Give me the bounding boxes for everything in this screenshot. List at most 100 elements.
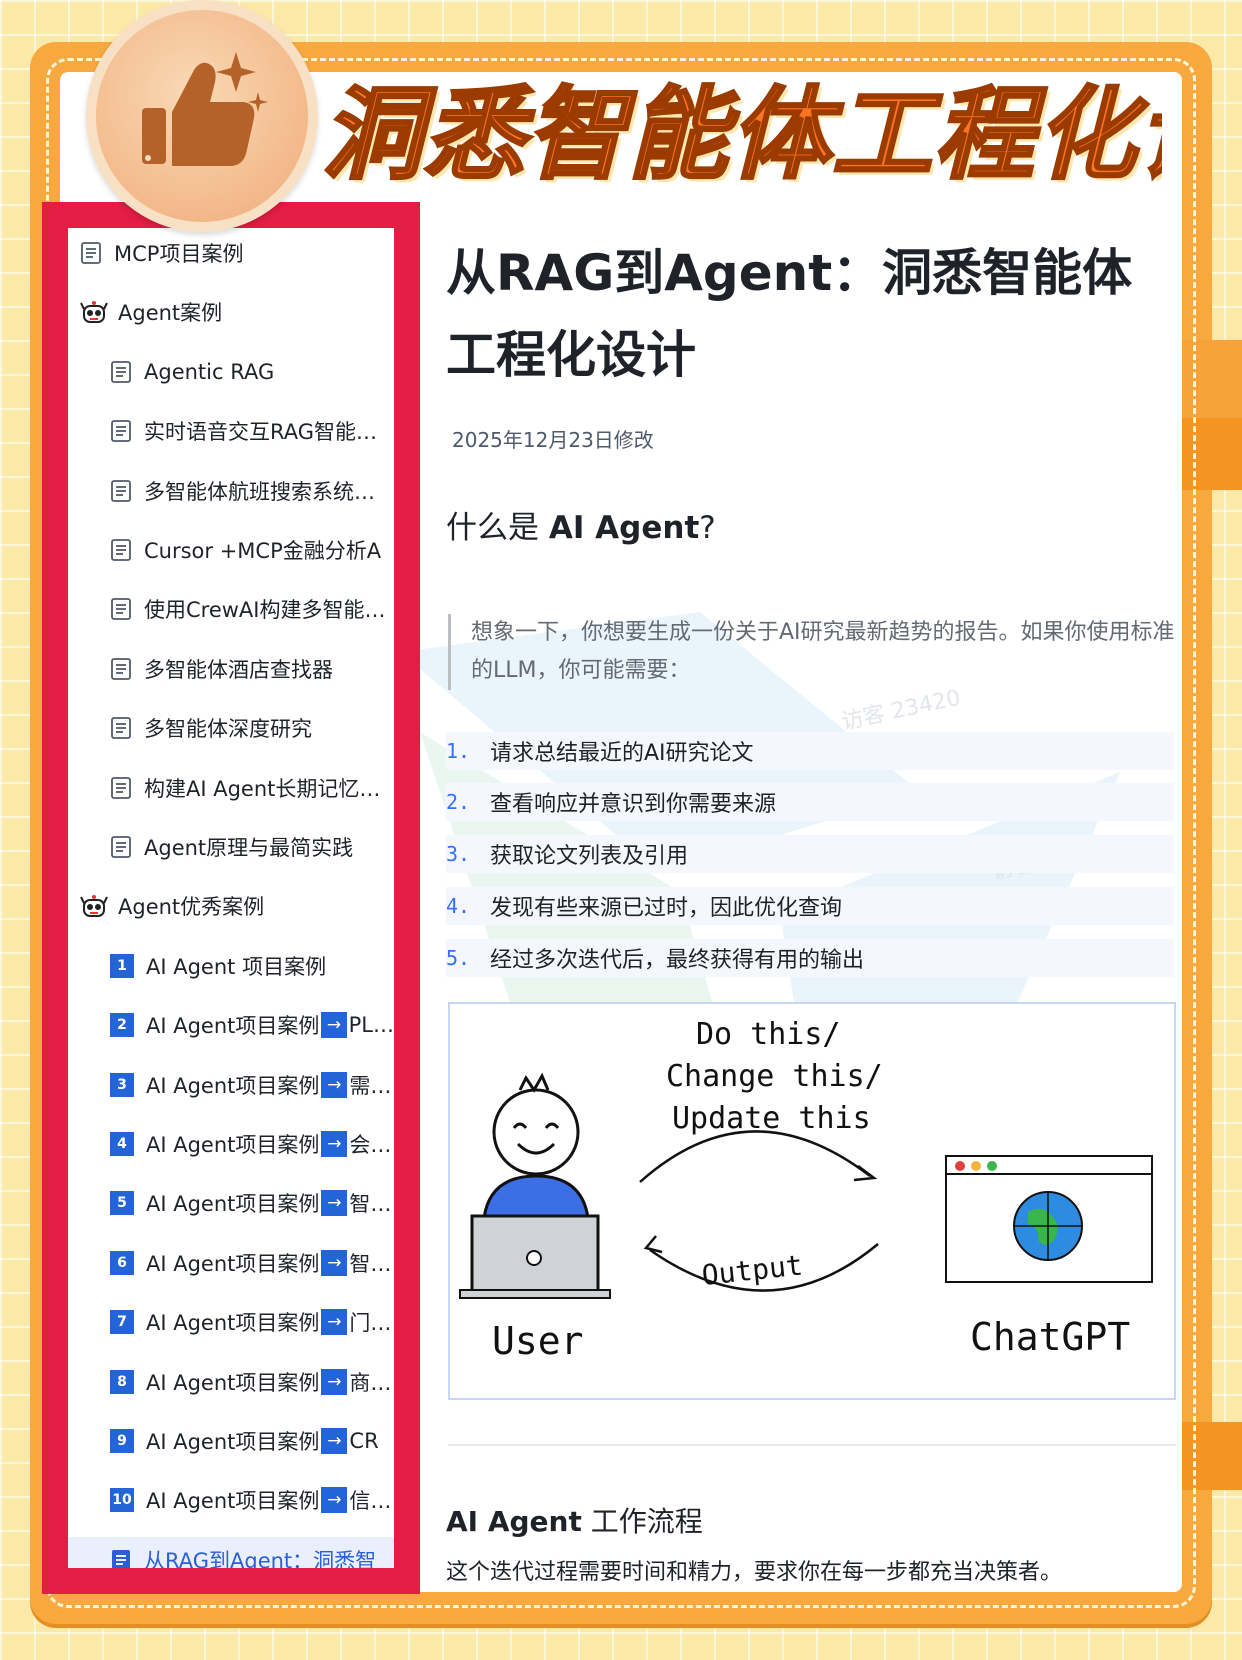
sidebar-item-label: AI Agent项目案例 — [146, 1133, 320, 1157]
sidebar-item-label: AI Agent项目案例 — [146, 1371, 320, 1395]
heading-bold-text: AI Agent — [548, 510, 700, 546]
arrow-right-icon: → — [321, 1012, 347, 1038]
sidebar-item[interactable]: 多智能体深度研究 — [68, 705, 394, 751]
list-number: 1. — [446, 739, 471, 763]
doc-icon — [111, 658, 131, 680]
sidebar-item[interactable]: MCP项目案例 — [68, 230, 394, 276]
list-number: 4. — [446, 894, 471, 918]
sidebar-item-label: 多智能体航班搜索系统… — [144, 480, 375, 504]
user-label: User — [492, 1319, 584, 1363]
sidebar-item[interactable]: 构建AI Agent长期记忆… — [68, 765, 394, 811]
sidebar-item-case[interactable]: 9 AI Agent项目案例 → CR — [68, 1418, 394, 1464]
sidebar-item[interactable]: Agent案例 — [68, 289, 394, 335]
sidebar-item-label: AI Agent项目案例 — [146, 1074, 320, 1098]
thumbs-up-icon — [142, 52, 268, 166]
doc-icon — [111, 361, 131, 383]
article-title: 从RAG到Agent：洞悉智能体 工程化设计 — [446, 232, 1166, 396]
article-title-line: 从RAG到Agent：洞悉智能体 — [446, 244, 1133, 302]
sidebar-item-case[interactable]: 2 AI Agent项目案例 → PL… — [68, 1002, 394, 1048]
sidebar-item-case[interactable]: 5 AI Agent项目案例 → 智… — [68, 1180, 394, 1226]
list-text: 经过多次迭代后，最终获得有用的输出 — [490, 948, 865, 973]
list-number: 2. — [446, 790, 471, 814]
modified-date: 2025年12月23日修改 — [452, 428, 654, 452]
arrow-right-icon: → — [321, 1131, 348, 1157]
number-badge: 1 — [110, 954, 134, 978]
doc-icon — [111, 480, 131, 502]
heading-bold-text: AI Agent — [446, 1505, 582, 1538]
sidebar-item-case[interactable]: 7 AI Agent项目案例 → 门… — [68, 1299, 394, 1345]
doc-icon — [111, 539, 131, 561]
list-item: 5. 经过多次迭代后，最终获得有用的输出 — [446, 939, 1174, 977]
sidebar-item-label: MCP项目案例 — [114, 242, 244, 266]
article-title-line: 工程化设计 — [446, 326, 696, 384]
sidebar-item-suffix: 商… — [349, 1371, 392, 1395]
sidebar-item-label: AI Agent项目案例 — [146, 1489, 320, 1513]
sidebar-item[interactable]: 实时语音交互RAG智能… — [68, 408, 394, 454]
list-item: 2. 查看响应并意识到你需要来源 — [446, 783, 1174, 821]
sidebar-item-suffix: PL… — [348, 1013, 394, 1037]
divider — [448, 1444, 1176, 1446]
sidebar-item-suffix: 智… — [349, 1192, 392, 1216]
sidebar-item-label: 构建AI Agent长期记忆… — [144, 777, 381, 801]
doc-icon — [111, 717, 131, 739]
number-badge: 3 — [110, 1073, 134, 1097]
section-heading: 什么是 AI Agent? — [446, 502, 716, 547]
doc-icon — [111, 836, 131, 858]
sidebar-item-label: AI Agent项目案例 — [146, 1192, 320, 1216]
arrow-right-icon: → — [321, 1250, 348, 1276]
sidebar-item-label: 多智能体酒店查找器 — [144, 658, 333, 682]
sidebar-item[interactable]: Cursor +MCP金融分析A — [68, 527, 394, 573]
sidebar-item-case[interactable]: 4 AI Agent项目案例 → 会… — [68, 1121, 394, 1167]
sidebar-item[interactable]: Agent优秀案例 — [68, 883, 394, 929]
sidebar-item-label: Agent案例 — [118, 301, 223, 325]
robot-icon — [80, 301, 108, 323]
sidebar-item[interactable]: 多智能体航班搜索系统… — [68, 468, 394, 514]
sidebar-item-active[interactable]: 从RAG到Agent：洞悉智 — [68, 1537, 394, 1568]
blockquote: 想象一下，你想要生成一份关于AI研究最新趋势的报告。如果你使用标准的LLM，你可… — [448, 614, 1176, 690]
sidebar-item-label: AI Agent项目案例 — [146, 1252, 320, 1276]
diagram-text: Update this — [672, 1101, 871, 1136]
sidebar-item-case[interactable]: 8 AI Agent项目案例 → 商… — [68, 1359, 394, 1405]
arrow-right-icon: → — [321, 1190, 348, 1216]
doc-icon — [111, 777, 131, 799]
sidebar-item[interactable]: Agentic RAG — [68, 349, 394, 395]
sidebar-item-label: 多智能体深度研究 — [144, 717, 312, 741]
number-badge: 7 — [110, 1310, 134, 1334]
sidebar-item-case[interactable]: 1 AI Agent 项目案例 — [68, 943, 394, 989]
sidebar-item-label: 实时语音交互RAG智能… — [144, 420, 378, 444]
sidebar-item-label: AI Agent 项目案例 — [146, 955, 327, 979]
sidebar-item-label: Agent原理与最简实践 — [144, 836, 354, 860]
list-item: 4. 发现有些来源已过时，因此优化查询 — [446, 887, 1174, 925]
sidebar-item-suffix: 智… — [349, 1252, 392, 1276]
sidebar-item-case[interactable]: 6 AI Agent项目案例 → 智… — [68, 1240, 394, 1286]
sidebar-item[interactable]: 多智能体酒店查找器 — [68, 646, 394, 692]
arrow-right-icon: → — [321, 1369, 348, 1395]
sidebar-item-suffix: 信… — [349, 1489, 392, 1513]
list-text: 查看响应并意识到你需要来源 — [490, 792, 777, 817]
arrow-right-icon: → — [321, 1487, 348, 1513]
heading-text: 工作流程 — [581, 1505, 703, 1538]
sidebar-item-case[interactable]: 3 AI Agent项目案例 → 需… — [68, 1062, 394, 1108]
list-item: 3. 获取论文列表及引用 — [446, 835, 1174, 873]
list-text: 发现有些来源已过时，因此优化查询 — [490, 896, 843, 921]
sidebar-item-label: Cursor +MCP金融分析A — [144, 539, 382, 563]
sidebar-item-suffix: 门… — [349, 1311, 392, 1335]
list-number: 5. — [446, 946, 471, 970]
sidebar-item-label: Agent优秀案例 — [118, 895, 265, 919]
number-badge: 5 — [110, 1191, 134, 1215]
sidebar-item-label: AI Agent项目案例 — [146, 1014, 320, 1038]
sidebar-item-suffix: CR — [349, 1429, 379, 1453]
sidebar-item-label: 使用CrewAI构建多智能… — [144, 598, 386, 622]
sidebar-item-suffix: 需… — [349, 1074, 392, 1098]
doc-icon — [111, 420, 131, 442]
list-text: 获取论文列表及引用 — [490, 844, 689, 869]
list-item: 1. 请求总结最近的AI研究论文 — [446, 732, 1174, 770]
list-text: 请求总结最近的AI研究论文 — [490, 741, 754, 766]
chatgpt-label: ChatGPT — [970, 1315, 1130, 1359]
sidebar-item-label: Agentic RAG — [144, 360, 275, 384]
number-badge: 8 — [110, 1370, 134, 1394]
heading-text: 什么是 — [446, 510, 549, 546]
sidebar-item[interactable]: Agent原理与最简实践 — [68, 824, 394, 870]
sidebar-item[interactable]: 使用CrewAI构建多智能… — [68, 586, 394, 632]
sidebar-item-case[interactable]: 10 AI Agent项目案例 → 信… — [68, 1477, 394, 1523]
